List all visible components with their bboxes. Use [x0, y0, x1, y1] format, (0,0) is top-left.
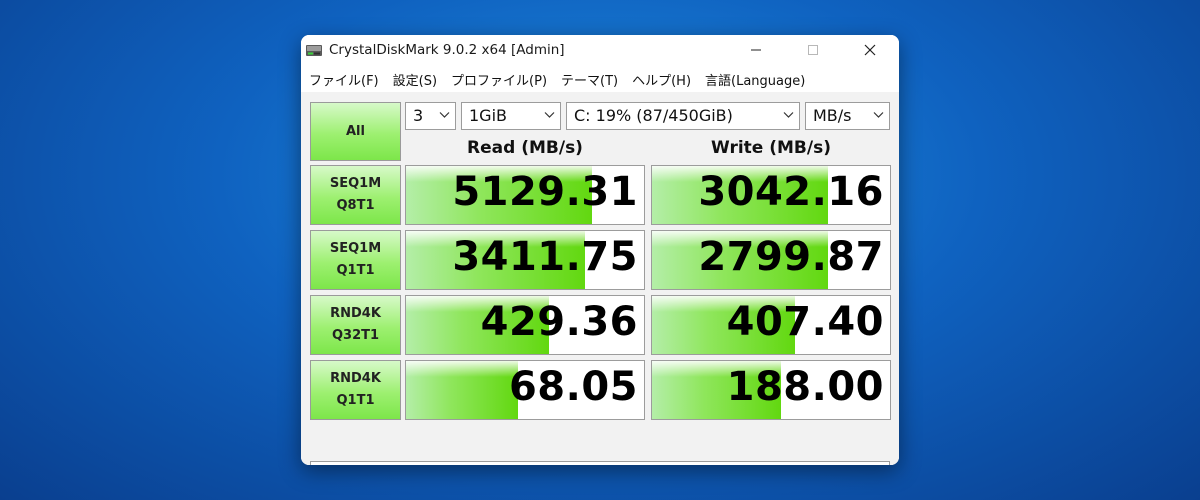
- size-value: 1GiB: [469, 106, 507, 125]
- menu-help[interactable]: ヘルプ(H): [632, 70, 691, 89]
- count-select[interactable]: 3: [405, 102, 456, 130]
- menu-profile[interactable]: プロファイル(P): [451, 70, 547, 89]
- read-value: 429.36: [480, 299, 638, 345]
- menu-language[interactable]: 言語(Language): [705, 70, 805, 89]
- read-result-cell: 68.05: [405, 360, 645, 420]
- write-value: 2799.87: [698, 234, 884, 280]
- test-button-rnd4k-q1t1[interactable]: RND4K Q1T1: [310, 360, 401, 420]
- write-result-cell: 188.00: [651, 360, 891, 420]
- unit-value: MB/s: [813, 106, 852, 125]
- read-progress-bar: [406, 361, 518, 419]
- write-header: Write (MB/s): [711, 138, 831, 158]
- test-name: RND4K: [330, 371, 381, 386]
- count-value: 3: [413, 106, 424, 125]
- test-queue: Q1T1: [336, 393, 375, 408]
- test-name: SEQ1M: [329, 176, 382, 191]
- menu-settings[interactable]: 設定(S): [393, 70, 437, 89]
- test-queue: Q1T1: [336, 263, 375, 278]
- write-value: 188.00: [726, 364, 884, 410]
- size-select[interactable]: 1GiB: [461, 102, 561, 130]
- write-value: 3042.16: [698, 169, 884, 215]
- unit-select[interactable]: MB/s: [805, 102, 890, 130]
- drive-value: C: 19% (87/450GiB): [574, 106, 733, 125]
- write-result-cell: 407.40: [651, 295, 891, 355]
- window-title: CrystalDiskMark 9.0.2 x64 [Admin]: [329, 42, 565, 58]
- chevron-down-icon: [439, 112, 450, 118]
- read-value: 5129.31: [452, 169, 638, 215]
- test-button-seq1m-q8t1[interactable]: SEQ1M Q8T1: [310, 165, 401, 225]
- drive-select[interactable]: C: 19% (87/450GiB): [566, 102, 800, 130]
- main-panel: All 3 1GiB C: 19% (87/450GiB) MB/s Read …: [301, 92, 899, 465]
- read-value: 3411.75: [452, 234, 638, 280]
- chevron-down-icon: [544, 112, 555, 118]
- test-button-seq1m-q1t1[interactable]: SEQ1M Q1T1: [310, 230, 401, 290]
- read-result-cell: 3411.75: [405, 230, 645, 290]
- read-value: 68.05: [508, 364, 638, 410]
- read-result-cell: 429.36: [405, 295, 645, 355]
- test-queue: Q8T1: [336, 198, 375, 213]
- all-button-label: All: [346, 123, 365, 139]
- chevron-down-icon: [783, 112, 794, 118]
- app-disk-icon: [306, 45, 322, 56]
- test-button-rnd4k-q32t1[interactable]: RND4K Q32T1: [310, 295, 401, 355]
- test-queue: Q32T1: [331, 328, 380, 343]
- test-name: SEQ1M: [329, 241, 382, 256]
- menu-file[interactable]: ファイル(F): [309, 70, 379, 89]
- app-window: CrystalDiskMark 9.0.2 x64 [Admin] ファイル(F…: [301, 35, 899, 465]
- menu-theme[interactable]: テーマ(T): [561, 70, 618, 89]
- maximize-button[interactable]: [785, 35, 841, 65]
- chevron-down-icon: [873, 112, 884, 118]
- close-icon: [864, 44, 876, 56]
- comment-input[interactable]: [310, 461, 890, 465]
- close-button[interactable]: [842, 35, 898, 65]
- read-result-cell: 5129.31: [405, 165, 645, 225]
- all-button[interactable]: All: [310, 102, 401, 161]
- minimize-icon: [751, 49, 761, 51]
- test-name: RND4K: [330, 306, 381, 321]
- write-result-cell: 2799.87: [651, 230, 891, 290]
- write-result-cell: 3042.16: [651, 165, 891, 225]
- menu-bar: ファイル(F) 設定(S) プロファイル(P) テーマ(T) ヘルプ(H) 言語…: [301, 67, 899, 91]
- maximize-icon: [808, 45, 818, 55]
- minimize-button[interactable]: [728, 35, 784, 65]
- read-header: Read (MB/s): [467, 138, 583, 158]
- title-bar[interactable]: CrystalDiskMark 9.0.2 x64 [Admin]: [301, 35, 899, 67]
- write-value: 407.40: [726, 299, 884, 345]
